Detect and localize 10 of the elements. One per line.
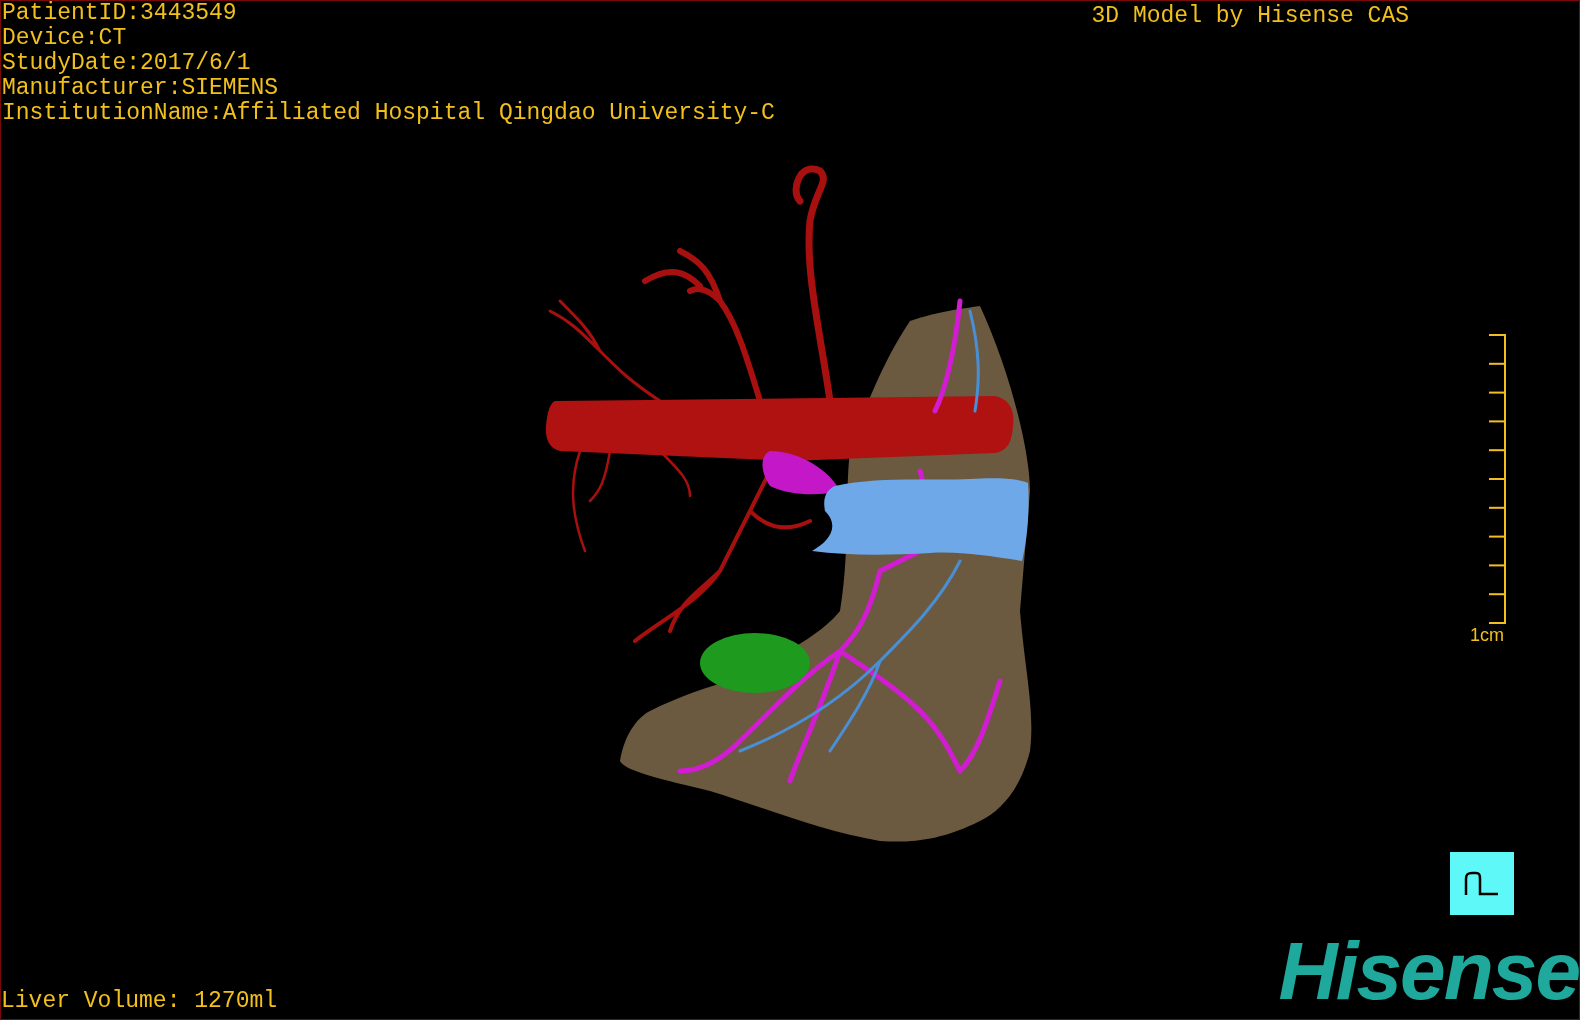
study-info-text: InstitutionName:Affiliated Hospital Qingdao University-C (2, 101, 775, 126)
study-info-text: StudyDate:2017/6/1 (2, 51, 252, 76)
scale-label: 1cm (1470, 625, 1504, 645)
study-info-text: Manufacturer:SIEMENS (2, 76, 280, 101)
model-credit-text: 3D Model by Hisense CAS (1091, 2, 1409, 31)
liver-volume-text: Liver Volume: 1270ml (1, 987, 278, 1015)
study-info-text: PatientID:3443549 (2, 1, 238, 26)
study-info-text: Device:CT (2, 26, 128, 51)
orientation-cube-icon[interactable] (1450, 852, 1514, 915)
brand-logo: Hisense (1278, 933, 1579, 1009)
